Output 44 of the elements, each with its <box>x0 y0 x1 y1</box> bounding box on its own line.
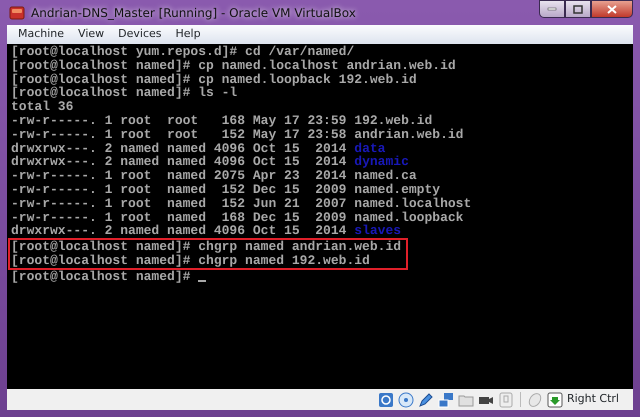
optical-drive-icon[interactable] <box>378 392 394 408</box>
terminal-line: [root@localhost named]# ls -l <box>11 86 238 100</box>
close-button[interactable] <box>591 0 633 18</box>
pen-icon[interactable] <box>418 392 434 408</box>
terminal-line: -rw-r-----. 1 root root 152 May 17 23:58 <box>11 128 346 142</box>
terminal-line: [root@localhost named]# cp named.localhost andrian.web.id <box>11 58 456 73</box>
menu-item[interactable]: Help <box>168 26 208 43</box>
file-name: named.ca <box>354 169 417 183</box>
file-name: named.empty <box>354 182 440 197</box>
terminal-line: [root@localhost named]# chgrp named 192.web.id <box>11 254 370 268</box>
menu-item[interactable]: Devices <box>111 26 169 43</box>
maximize-icon <box>573 4 583 14</box>
directory-name: data <box>354 142 386 156</box>
terminal-line: total 36 <box>11 100 74 114</box>
window-title: Andrian-DNS_Master [Running] - Oracle VM VirtualBox <box>31 4 356 22</box>
file-name: 192.web.id <box>354 114 432 128</box>
terminal-line: -rw-r-----. 1 root named 2075 Apr 23 2014 <box>11 169 346 183</box>
terminal-line: [root@localhost yum.repos.d]# cd /var/named/ <box>11 45 354 59</box>
terminal-line: [root@localhost named]# chgrp named andrian.web.id <box>11 240 402 254</box>
minimize-icon <box>547 7 557 11</box>
host-key-label: Right Ctrl <box>566 391 619 408</box>
terminal-line: -rw-r-----. 1 root named 168 Dec 15 2009 <box>11 210 346 224</box>
terminal-line: -rw-r-----. 1 root named 152 Dec 15 2009 <box>11 182 346 197</box>
disc-icon[interactable] <box>398 392 414 408</box>
directory-name: slaves <box>354 224 402 238</box>
arrow-down-icon[interactable] <box>546 392 563 408</box>
terminal-line: [root@localhost named]# cp named.loopback 192.web.id <box>11 72 417 86</box>
menu-item[interactable]: Machine <box>11 26 72 43</box>
file-name: named.localhost <box>354 196 472 211</box>
terminal-line: -rw-r-----. 1 root named 152 Jun 21 2007 <box>11 196 346 211</box>
menu-item[interactable]: View <box>71 26 112 43</box>
close-icon <box>607 4 617 14</box>
file-name: andrian.web.id <box>354 128 464 142</box>
minimize-button[interactable] <box>539 0 565 18</box>
directory-name: dynamic <box>354 155 409 170</box>
app-icon <box>9 4 25 20</box>
terminal-line: drwxrwx---. 2 named named 4096 Oct 15 2014 <box>11 142 346 156</box>
maximize-button[interactable] <box>565 0 591 18</box>
terminal-line: drwxrwx---. 2 named named 4096 Oct 15 2014 <box>11 224 346 238</box>
terminal-line: drwxrwx---. 2 named named 4096 Oct 15 2014 <box>11 155 346 170</box>
network-icon[interactable] <box>438 392 454 408</box>
file-name: named.loopback <box>354 210 464 224</box>
terminal-line: -rw-r-----. 1 root root 168 May 17 23:59 <box>11 114 346 128</box>
terminal-line: [root@localhost named]# <box>11 270 190 284</box>
